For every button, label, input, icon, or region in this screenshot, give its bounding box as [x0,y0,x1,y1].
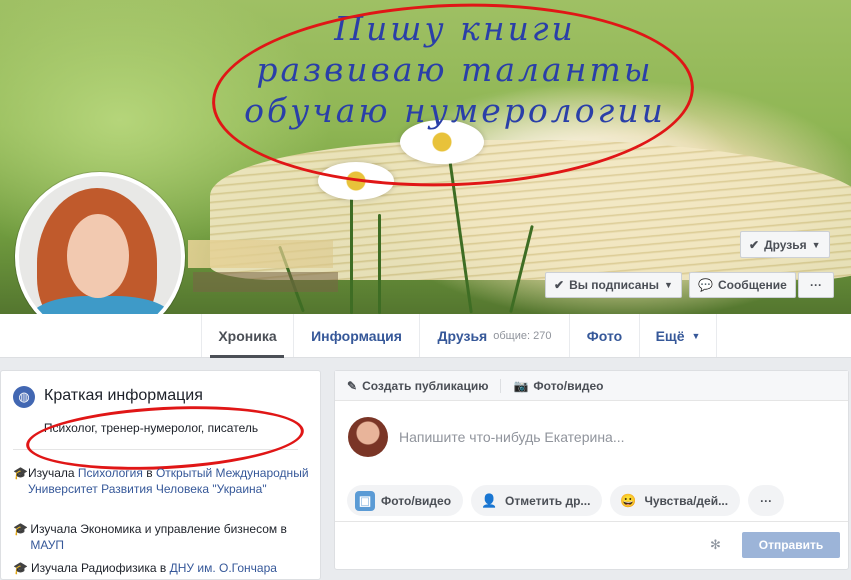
post-button[interactable]: Отправить [742,532,840,558]
camera-icon: 📷 [513,378,529,393]
chip-label: Фото/видео [381,493,452,508]
tab-friends[interactable]: Друзья общие: 270 [419,314,569,357]
friends-button[interactable]: ✔ Друзья ▼ [740,231,830,258]
pencil-icon: ✎ [347,378,358,393]
profile-name-blurred [188,240,333,268]
intro-title: Краткая информация [44,387,203,404]
photo-video-tab[interactable]: 📷 Фото/видео [501,371,615,401]
more-options-button[interactable]: ··· [798,272,834,298]
tab-photos[interactable]: Фото [569,314,639,357]
messenger-icon: 💬 [698,278,713,292]
create-post-label: Создать публикацию [362,378,489,393]
composer-footer: ✻ Отправить [335,521,848,569]
composer-header: ✎ Создать публикацию 📷 Фото/видео [335,371,848,401]
photo-video-chip[interactable]: ▣ Фото/видео [347,485,464,516]
message-button-label: Сообщение [717,278,787,292]
tab-more[interactable]: Ещё ▼ [639,314,717,357]
chip-label: Отметить др... [505,493,591,508]
friends-button-label: Друзья [764,237,807,252]
edu-school-link[interactable]: МАУП [30,538,64,552]
edu-prefix: Изучала [30,522,81,536]
edu-subject-link[interactable]: Психология [78,466,143,480]
chip-label: Чувства/дей... [644,493,729,508]
intro-card: ◍ Краткая информация Психолог, тренер-ну… [0,370,321,580]
edu-prefix: Изучала [27,466,78,480]
avatar-face [67,214,129,298]
active-tab-indicator [210,355,284,358]
tab-label: Информация [311,327,402,344]
profile-nav-bar: Хроника Информация Друзья общие: 270 Фото… [0,314,851,358]
smiley-icon: 😀 [620,492,637,508]
graduation-cap-icon: 🎓 [13,561,28,575]
create-post-tab[interactable]: ✎ Создать публикацию [335,371,500,401]
check-icon: ✔ [554,278,565,292]
post-input[interactable]: Напишите что-нибудь Екатерина... [399,429,625,445]
composer-actions: ▣ Фото/видео 👤 Отметить др... 😀 Чувства/дей… [347,485,785,516]
subscribed-button-label: Вы подписаны [569,278,659,292]
tab-about[interactable]: Информация [293,314,419,357]
grass-stem [378,214,381,314]
tag-people-icon: 👤 [480,492,498,508]
current-user-avatar [348,417,388,457]
education-item: 🎓 Изучала Радиофизика в ДНУ им. О.Гончар… [13,560,313,576]
more-actions-chip[interactable]: ··· [748,485,785,516]
caret-down-icon: ▼ [811,239,821,250]
photo-icon: ▣ [355,490,375,511]
grass-stem [350,194,353,314]
more-dots-icon: ··· [810,278,822,292]
caret-down-icon: ▼ [663,280,673,290]
caret-down-icon: ▼ [691,330,701,341]
globe-icon: ◍ [13,386,35,408]
tab-label: Хроника [218,327,277,344]
mutual-friends-count: общие: 270 [493,329,552,342]
tab-timeline[interactable]: Хроника [201,314,293,357]
education-item: 🎓 Изучала Экономика и управление бизнесо… [13,521,313,553]
graduation-cap-icon: 🎓 [13,466,28,480]
post-composer: ✎ Создать публикацию 📷 Фото/видео Напишите… [334,370,849,570]
more-dots-icon: ··· [760,493,773,508]
edu-mid: в [142,466,156,480]
tab-label: Фото [586,327,623,344]
education-item: 🎓 Изучала Психология в Открытый Междунар… [13,465,313,497]
edu-mid: в [277,522,287,536]
photo-video-tab-label: Фото/видео [533,378,604,393]
tag-friends-chip[interactable]: 👤 Отметить др... [471,485,603,516]
check-icon: ✔ [749,237,760,252]
tab-label: Друзья [437,327,488,344]
message-button[interactable]: 💬 Сообщение [689,272,796,298]
graduation-cap-icon: 🎓 [13,522,28,536]
subscribed-button[interactable]: ✔ Вы подписаны ▼ [545,272,682,298]
tab-label: Ещё [655,327,685,344]
feeling-activity-chip[interactable]: 😀 Чувства/дей... [610,485,741,516]
settings-gear-icon[interactable]: ✻ [710,537,721,553]
edu-subject: Экономика и управление бизнесом [80,522,278,536]
profile-subname-blurred [193,272,338,292]
